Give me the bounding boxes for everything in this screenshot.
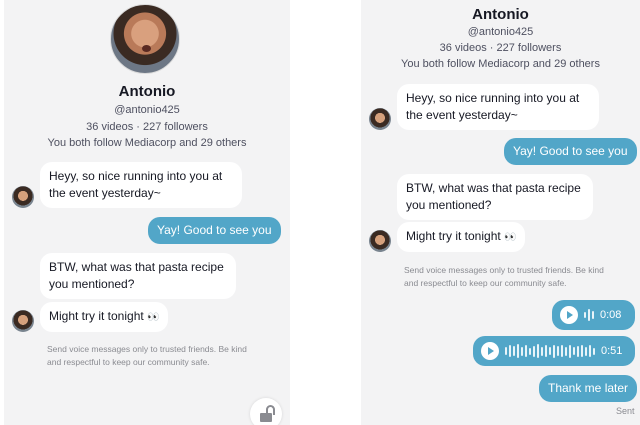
message-row: BTW, what was that pasta recipe you ment… — [369, 174, 593, 220]
waveform — [505, 342, 595, 360]
message-bubble-incoming[interactable]: Might try it tonight 👀 — [40, 302, 168, 332]
sender-avatar[interactable] — [12, 310, 34, 332]
message-text: Might try it tonight — [406, 229, 501, 243]
voice-duration: 0:08 — [600, 309, 622, 321]
profile-username: @antonio425 — [467, 26, 534, 38]
message-bubble-outgoing[interactable]: Yay! Good to see you — [148, 217, 281, 244]
voice-message[interactable]: 0:51 — [473, 336, 635, 366]
message-row: BTW, what was that pasta recipe you ment… — [12, 253, 236, 299]
sender-avatar[interactable] — [369, 230, 391, 252]
safety-notice: Send voice messages only to trusted frie… — [47, 344, 247, 367]
message-bubble-incoming[interactable]: BTW, what was that pasta recipe you ment… — [397, 174, 593, 220]
message-bubble-incoming[interactable]: Heyy, so nice running into you at the ev… — [40, 162, 242, 208]
profile-name[interactable]: Antonio — [4, 83, 290, 100]
profile-stats: 36 videos · 227 followers — [439, 42, 562, 54]
message-bubble-outgoing[interactable]: Yay! Good to see you — [504, 138, 637, 165]
unlock-button[interactable] — [250, 398, 282, 425]
eyes-emoji: 👀 — [147, 312, 159, 323]
sender-avatar[interactable] — [369, 108, 391, 130]
message-row: Might try it tonight 👀 — [12, 302, 168, 332]
message-row: Might try it tonight 👀 — [369, 222, 525, 252]
waveform — [584, 306, 594, 324]
play-icon[interactable] — [481, 342, 499, 360]
profile-stats: 36 videos · 227 followers — [86, 121, 208, 133]
message-row: Heyy, so nice running into you at the ev… — [12, 162, 242, 208]
profile-avatar[interactable] — [110, 4, 180, 74]
message-text: Might try it tonight — [49, 309, 144, 323]
message-bubble-outgoing[interactable]: Thank me later — [539, 375, 638, 402]
safety-notice: Send voice messages only to trusted frie… — [404, 265, 604, 288]
play-icon[interactable] — [560, 306, 578, 324]
message-bubble-incoming[interactable]: Heyy, so nice running into you at the ev… — [397, 84, 599, 130]
message-row: Heyy, so nice running into you at the ev… — [369, 84, 599, 130]
voice-duration: 0:51 — [601, 345, 623, 357]
message-bubble-incoming[interactable]: Might try it tonight 👀 — [397, 222, 525, 252]
message-bubble-incoming[interactable]: BTW, what was that pasta recipe you ment… — [40, 253, 236, 299]
voice-message[interactable]: 0:08 — [552, 300, 635, 330]
sent-status: Sent — [616, 406, 635, 416]
sender-avatar[interactable] — [12, 186, 34, 208]
mutual-follow-text: You both follow Mediacorp and 29 others — [47, 137, 247, 149]
chat-screen-left: Antonio @antonio425 36 videos · 227 foll… — [4, 0, 290, 425]
profile-name[interactable]: Antonio — [361, 6, 640, 23]
eyes-emoji: 👀 — [504, 232, 516, 243]
profile-username: @antonio425 — [114, 104, 180, 116]
chat-screen-right: Antonio @antonio425 36 videos · 227 foll… — [361, 0, 640, 425]
mutual-follow-text: You both follow Mediacorp and 29 others — [401, 58, 600, 70]
